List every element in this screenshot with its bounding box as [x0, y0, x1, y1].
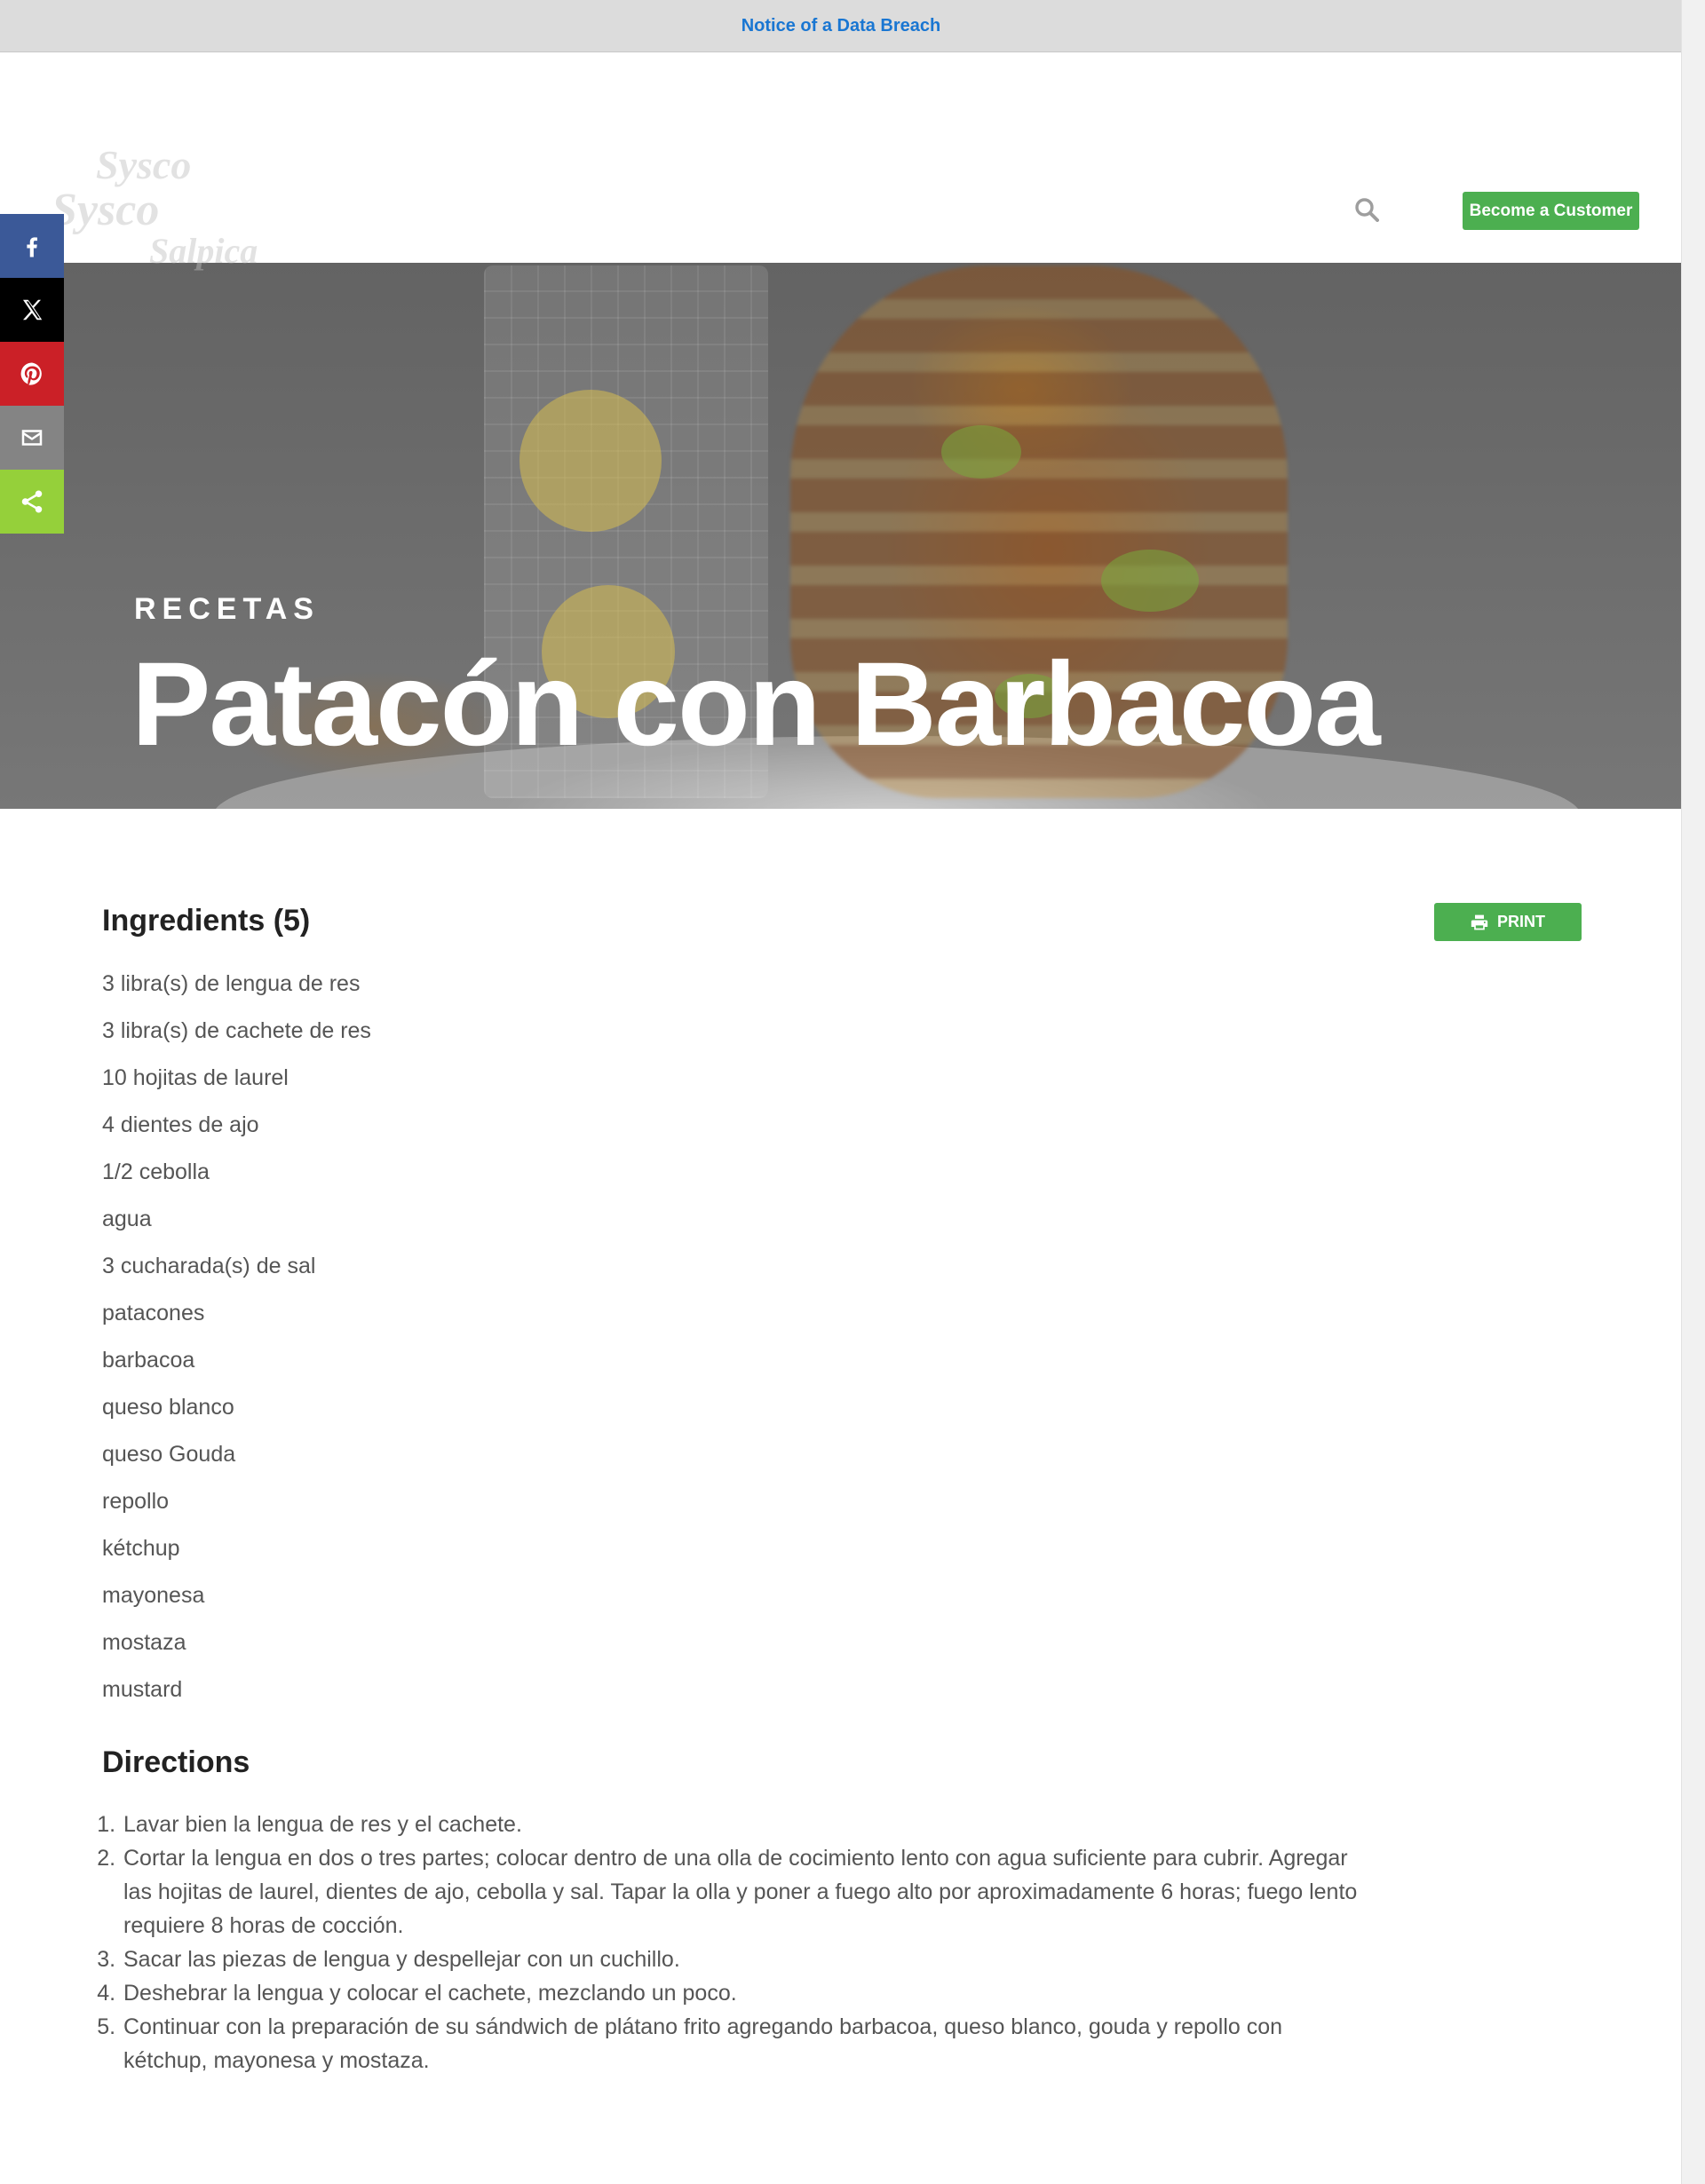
ingredient-item: barbacoa — [102, 1348, 195, 1373]
printer-icon — [1471, 914, 1488, 930]
hero-banner: Sysco Sysco Salpica Become a Customer RE… — [0, 52, 1682, 809]
become-customer-button[interactable]: Become a Customer — [1463, 192, 1639, 230]
ingredient-item: mostaza — [102, 1630, 186, 1655]
directions-heading: Directions — [102, 1745, 250, 1779]
data-breach-notice-link[interactable]: Notice of a Data Breach — [741, 16, 941, 36]
facebook-icon — [27, 237, 37, 257]
notice-bar: Notice of a Data Breach — [0, 0, 1682, 52]
sysco-salpica-logo[interactable]: Sysco Sysco Salpica — [52, 141, 258, 279]
ingredient-item: queso blanco — [102, 1395, 234, 1420]
page-title: Patacón con Barbacoa — [131, 638, 1381, 771]
logo-line: Salpica — [149, 231, 258, 271]
ingredient-item: mustard — [102, 1677, 183, 1702]
ingredient-item: 3 libra(s) de cachete de res — [102, 1018, 371, 1043]
vertical-scrollbar[interactable] — [1681, 0, 1705, 2184]
ingredient-item: 3 libra(s) de lengua de res — [102, 971, 361, 996]
ingredient-item: queso Gouda — [102, 1442, 236, 1467]
pinterest-icon — [20, 362, 42, 385]
ingredient-item: 4 dientes de ajo — [102, 1112, 259, 1137]
email-share-button[interactable] — [0, 406, 64, 470]
hero-category-label: RECETAS — [134, 592, 320, 626]
facebook-share-button[interactable] — [0, 214, 64, 278]
ingredient-item: 1/2 cebolla — [102, 1159, 210, 1184]
ingredient-item: patacones — [102, 1301, 205, 1325]
site-header: Sysco Sysco Salpica Become a Customer — [0, 52, 1682, 271]
envelope-icon — [21, 430, 43, 446]
x-share-button[interactable] — [0, 278, 64, 342]
logo-line: Sysco — [96, 142, 192, 187]
ingredient-item: 10 hojitas de laurel — [102, 1065, 289, 1090]
lemon-slice-image — [519, 390, 662, 532]
garnish-image — [941, 425, 1021, 479]
ingredient-item: agua — [102, 1207, 152, 1231]
direction-step: Continuar con la preparación de su sándw… — [122, 2010, 1365, 2077]
ingredients-list: 3 libra(s) de lengua de res 3 libra(s) d… — [102, 966, 371, 1719]
direction-step: Sacar las piezas de lengua y despellejar… — [122, 1943, 1365, 1976]
more-share-button[interactable] — [0, 470, 64, 534]
direction-step: Deshebrar la lengua y colocar el cachete… — [122, 1976, 1365, 2010]
ingredient-item: kétchup — [102, 1536, 180, 1561]
ingredients-heading: Ingredients (5) — [102, 904, 311, 938]
print-button[interactable]: PRINT — [1434, 903, 1582, 941]
pinterest-share-button[interactable] — [0, 342, 64, 406]
direction-step: Lavar bien la lengua de res y el cachete… — [122, 1808, 1365, 1841]
search-icon[interactable] — [1354, 197, 1379, 222]
ingredient-item: mayonesa — [102, 1583, 205, 1608]
directions-list: Lavar bien la lengua de res y el cachete… — [102, 1808, 1365, 2077]
share-rail — [0, 214, 64, 534]
garnish-image — [1101, 550, 1199, 612]
logo-line: Sysco — [52, 185, 160, 235]
ingredient-item: 3 cucharada(s) de sal — [102, 1254, 316, 1278]
ingredient-item: repollo — [102, 1489, 170, 1514]
share-icon — [21, 490, 43, 513]
direction-step: Cortar la lengua en dos o tres partes; c… — [122, 1841, 1365, 1943]
print-label: PRINT — [1497, 913, 1545, 930]
x-icon — [23, 299, 43, 320]
